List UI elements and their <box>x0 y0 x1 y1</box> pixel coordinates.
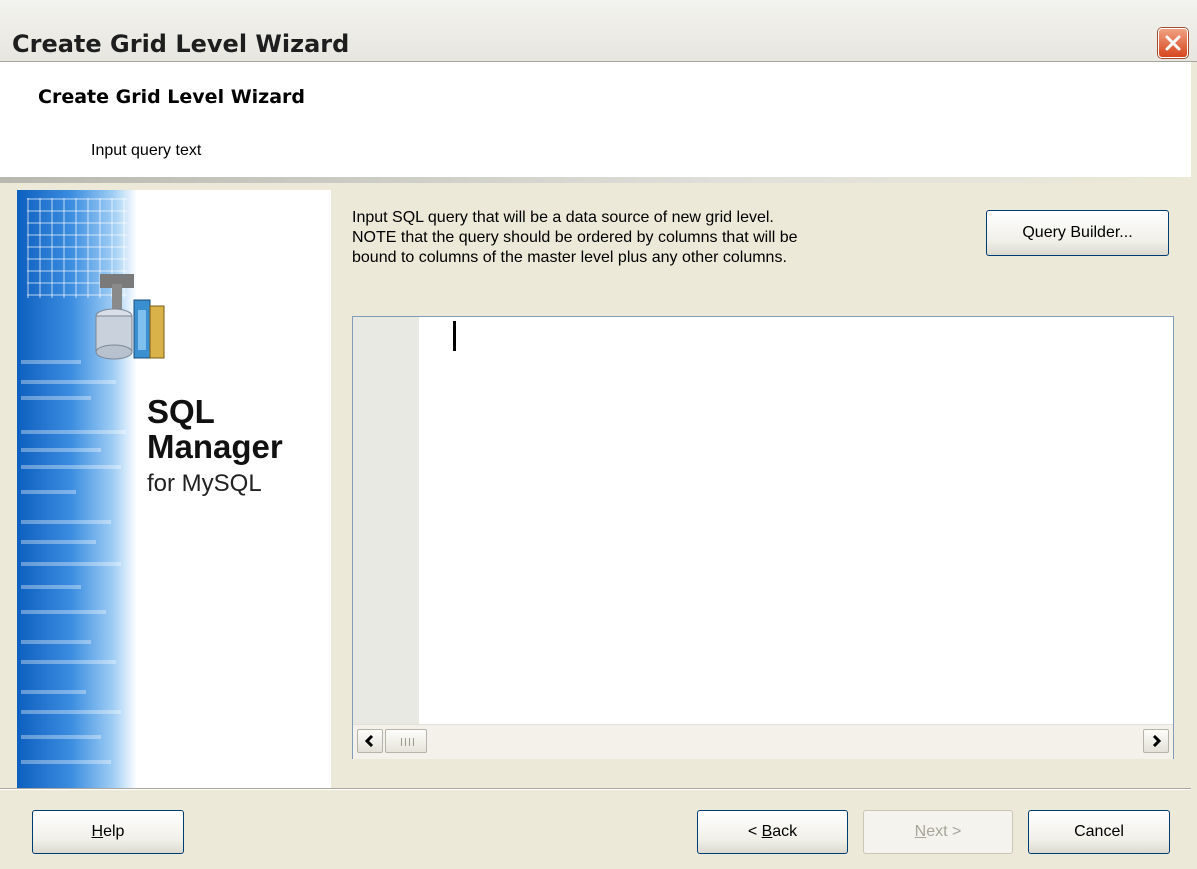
brand-sql: SQL <box>147 393 215 430</box>
back-button[interactable]: < Back <box>697 810 848 854</box>
footer-divider <box>0 788 1197 790</box>
close-icon <box>1165 35 1181 51</box>
wizard-header: Create Grid Level Wizard Input query tex… <box>0 62 1197 177</box>
scroll-thumb[interactable] <box>385 729 427 753</box>
header-divider <box>0 177 1197 183</box>
chevron-left-icon <box>364 735 374 747</box>
back-button-label: < Back <box>747 823 798 840</box>
scroll-left-button[interactable] <box>357 729 383 753</box>
help-button[interactable]: Help <box>32 810 184 854</box>
instruction-line: Input SQL query that will be a data sour… <box>352 209 774 226</box>
instruction-line: NOTE that the query should be ordered by… <box>352 229 798 246</box>
next-button-label: Next > <box>914 823 962 840</box>
window-title: Create Grid Level Wizard <box>12 30 350 58</box>
wizard-step-subtitle: Input query text <box>91 142 202 159</box>
editor-gutter <box>353 317 419 724</box>
wizard-window: Create Grid Level Wizard Create Grid Lev… <box>0 0 1197 869</box>
database-tools-icon <box>95 274 165 360</box>
instruction-text: Input SQL query that will be a data sour… <box>352 208 962 268</box>
wizard-header-title: Create Grid Level Wizard <box>38 86 306 108</box>
scroll-right-button[interactable] <box>1143 729 1169 753</box>
sql-editor[interactable] <box>352 316 1174 759</box>
brand-manager: Manager <box>147 428 283 465</box>
instruction-line: bound to columns of the master level plu… <box>352 249 787 266</box>
text-caret <box>453 321 456 351</box>
brand-for-mysql: for MySQL <box>147 470 262 497</box>
horizontal-scrollbar[interactable] <box>353 724 1173 759</box>
next-button[interactable]: Next > <box>863 810 1013 854</box>
help-button-label: Help <box>91 823 125 840</box>
title-bar[interactable]: Create Grid Level Wizard <box>0 0 1197 62</box>
close-button[interactable] <box>1158 28 1188 58</box>
chevron-right-icon <box>1152 735 1162 747</box>
query-builder-button[interactable]: Query Builder... <box>986 210 1169 256</box>
cancel-button[interactable]: Cancel <box>1028 810 1170 854</box>
product-banner: SQL Manager for MySQL <box>17 190 331 788</box>
